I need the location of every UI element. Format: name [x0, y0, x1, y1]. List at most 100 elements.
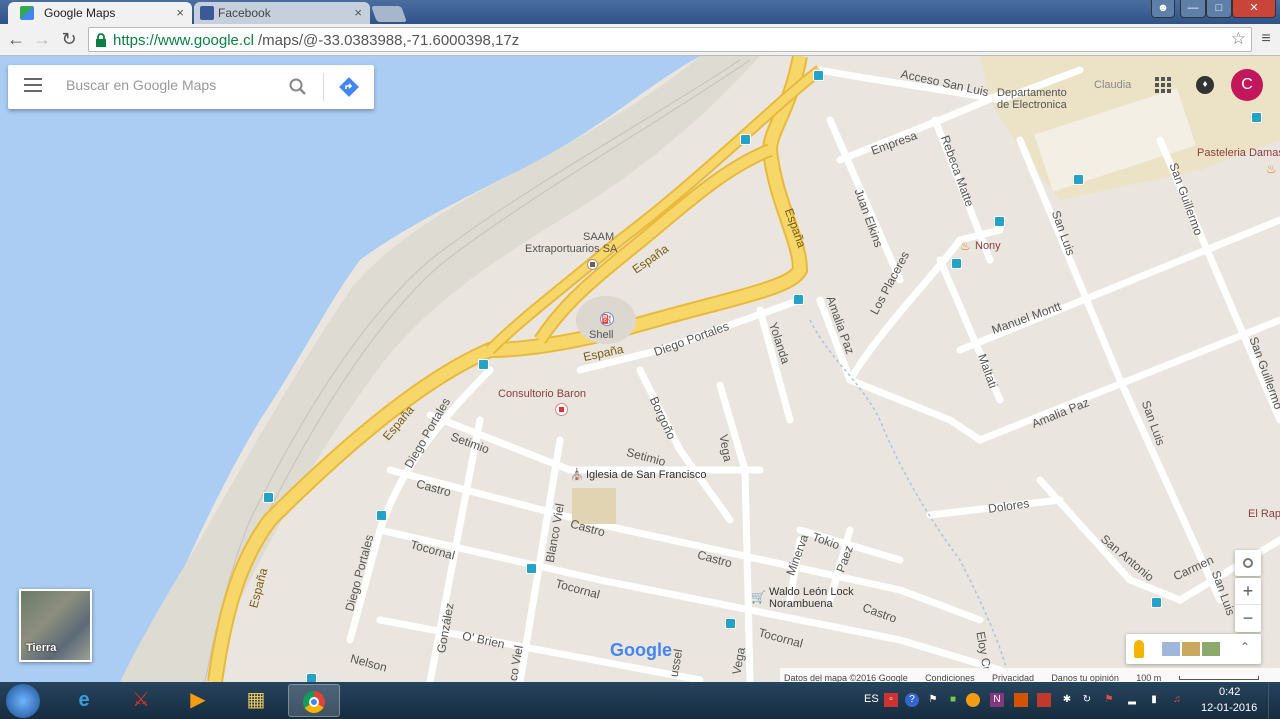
bus-stop-icon[interactable] — [1073, 174, 1084, 185]
avatar[interactable]: C — [1231, 69, 1263, 101]
bus-stop-icon[interactable] — [1251, 112, 1262, 123]
reload-icon[interactable]: ↻ — [58, 29, 80, 51]
church-icon[interactable]: ⛪ — [570, 468, 584, 481]
map-footer: Datos del mapa ©2016 Google Condiciones … — [780, 668, 1280, 682]
place-label: Consultorio Baron — [498, 388, 587, 400]
bus-stop-icon[interactable] — [793, 294, 804, 305]
street-view-bar: ⌃ — [1126, 634, 1261, 664]
restaurant-icon[interactable]: ♨ — [960, 239, 971, 253]
privacy-link[interactable]: Privacidad — [992, 673, 1034, 682]
place-label: Shell — [589, 329, 614, 341]
directions-icon[interactable] — [339, 77, 359, 97]
my-location-button[interactable] — [1235, 550, 1261, 576]
terms-link[interactable]: Condiciones — [925, 673, 975, 682]
bus-stop-icon[interactable] — [526, 563, 537, 574]
tray-box-icon[interactable] — [1014, 693, 1028, 707]
maximize-button[interactable]: □ — [1206, 0, 1232, 18]
tray-sync-icon[interactable]: ↻ — [1080, 693, 1094, 707]
bookmark-star-icon[interactable]: ☆ — [1231, 29, 1246, 49]
bus-stop-icon[interactable] — [376, 510, 387, 521]
place-label: Extraportuarios SA — [525, 243, 618, 255]
file-explorer-icon[interactable]: ▦ — [230, 684, 282, 717]
url-path-part: /maps/@-33.0383988,-71.6000398,17z — [258, 32, 520, 49]
tray-acrobat-icon[interactable]: ▫ — [884, 693, 898, 707]
tray-orange-icon[interactable] — [966, 693, 980, 707]
divider — [323, 73, 324, 101]
close-window-button[interactable]: ✕ — [1232, 0, 1276, 18]
close-tab-icon[interactable]: × — [176, 5, 184, 20]
start-button[interactable] — [6, 684, 40, 718]
chrome-icon[interactable] — [288, 684, 340, 717]
bus-stop-icon[interactable] — [263, 492, 274, 503]
google-maps-favicon-icon — [20, 6, 34, 20]
clock-date[interactable]: 12-01-2016 — [1201, 702, 1257, 714]
profile-icon[interactable]: ☻ — [1151, 0, 1175, 18]
imagery-thumbnail[interactable] — [1182, 642, 1200, 656]
saam-pin-icon[interactable] — [587, 259, 598, 270]
road-diego-portales-2 — [346, 366, 494, 644]
consultorio-pin-icon[interactable] — [555, 403, 568, 416]
battery-icon[interactable]: ▮ — [1147, 693, 1161, 707]
url-secure-part: https://www.google.cl — [113, 32, 254, 49]
expand-up-icon[interactable]: ⌃ — [1240, 640, 1250, 654]
network-signal-icon[interactable]: ▂ — [1125, 693, 1139, 707]
close-tab-icon[interactable]: × — [354, 5, 362, 20]
bus-stop-icon[interactable] — [813, 70, 824, 81]
tab-google-maps[interactable]: Google Maps × — [8, 2, 192, 24]
clock-time[interactable]: 0:42 — [1219, 686, 1240, 698]
bus-stop-icon[interactable] — [725, 618, 736, 629]
tab-facebook[interactable]: Facebook × — [194, 2, 370, 24]
restaurant-icon[interactable]: ♨ — [1266, 162, 1277, 176]
media-player-icon[interactable]: ▶ — [172, 684, 224, 717]
zoom-controls: + − — [1235, 578, 1261, 632]
search-icon[interactable] — [289, 78, 307, 96]
feedback-link[interactable]: Danos tu opinión — [1051, 673, 1119, 682]
tray-flag-icon[interactable]: ⚑ — [926, 693, 940, 707]
notifications-bell-icon[interactable]: ♦ — [1196, 76, 1214, 94]
address-bar[interactable]: https://www.google.cl /maps/@-33.0383988… — [88, 27, 1252, 52]
bus-stop-icon[interactable] — [306, 673, 317, 682]
apps-grid-icon[interactable] — [1155, 77, 1171, 93]
chrome-menu-icon[interactable]: ≡ — [1255, 29, 1277, 51]
internet-explorer-icon[interactable]: e — [58, 684, 110, 717]
google-logo: Google — [610, 640, 672, 660]
volume-muted-icon[interactable]: ♫ — [1170, 693, 1184, 707]
imagery-thumbnail[interactable] — [1202, 642, 1220, 656]
new-tab-button[interactable] — [371, 6, 407, 22]
app-red-icon[interactable]: ⚔ — [115, 684, 167, 717]
shopping-cart-icon[interactable]: 🛒 — [751, 590, 766, 604]
imagery-thumbnail[interactable] — [1162, 642, 1180, 656]
tray-app-icon[interactable]: ■ — [946, 693, 960, 707]
pegman-icon[interactable] — [1134, 640, 1144, 658]
facebook-favicon-icon — [200, 6, 214, 20]
menu-icon[interactable] — [24, 78, 42, 92]
road-borgono — [636, 366, 734, 524]
show-desktop-button[interactable] — [1268, 682, 1280, 719]
zoom-out-button[interactable]: − — [1235, 605, 1261, 632]
map-base — [0, 56, 1280, 682]
tray-flag-red-icon[interactable]: ⚑ — [1102, 693, 1116, 707]
tray-onenote-icon[interactable]: N — [990, 693, 1004, 707]
minimize-button[interactable]: — — [1180, 0, 1206, 18]
tab-title: Facebook — [218, 6, 271, 20]
place-label: Waldo León Lock — [769, 586, 854, 598]
shell-fuel-icon[interactable]: ⛽ — [600, 312, 614, 326]
back-icon[interactable]: ← — [5, 29, 27, 51]
road-vega — [716, 381, 754, 682]
search-input[interactable] — [66, 77, 276, 93]
bus-stop-icon[interactable] — [478, 359, 489, 370]
bus-stop-icon[interactable] — [740, 134, 751, 145]
bus-stop-icon[interactable] — [994, 216, 1005, 227]
language-indicator[interactable]: ES — [864, 693, 879, 705]
tray-help-icon[interactable]: ? — [905, 693, 919, 707]
satellite-layer-button[interactable]: Tierra — [19, 589, 92, 662]
bus-stop-icon[interactable] — [1151, 597, 1162, 608]
bus-stop-icon[interactable] — [951, 258, 962, 269]
zoom-in-button[interactable]: + — [1235, 578, 1261, 605]
bluetooth-icon[interactable]: ✱ — [1060, 693, 1074, 707]
forward-icon[interactable]: → — [31, 29, 53, 51]
place-label: Departamento — [997, 87, 1067, 99]
map-canvas[interactable]: Acceso San Luis Claudia Departamento de … — [0, 56, 1280, 682]
browser-toolbar: ← → ↻ https://www.google.cl /maps/@-33.0… — [0, 24, 1280, 56]
tray-pdf-icon[interactable] — [1037, 693, 1051, 707]
